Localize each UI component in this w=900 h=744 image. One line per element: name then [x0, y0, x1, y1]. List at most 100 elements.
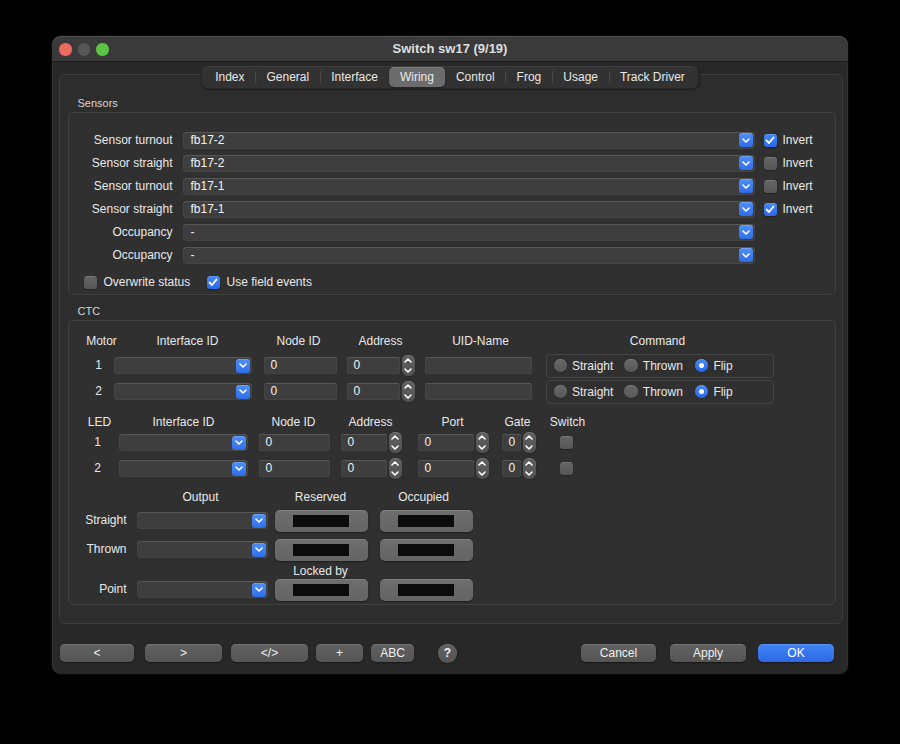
sensor-combobox[interactable]: - [183, 224, 755, 241]
led-interface-combobox[interactable] [119, 460, 248, 477]
cancel-button[interactable]: Cancel [581, 644, 656, 662]
led-gate-field[interactable]: 0 [502, 460, 521, 477]
led-node-id-field[interactable]: 0 [259, 460, 330, 477]
motor-node-id-field[interactable]: 0 [264, 383, 337, 400]
led-gate-stepper[interactable] [523, 432, 536, 453]
reserved-header: Reserved [295, 490, 346, 504]
led-port-field[interactable]: 0 [418, 460, 474, 477]
motor-address-stepper[interactable] [402, 355, 415, 376]
sensor-combobox-value: fb17-2 [191, 155, 225, 172]
reserved-indicator-button[interactable] [275, 510, 368, 532]
tab-usage[interactable]: Usage [552, 67, 609, 87]
invert-checkbox[interactable] [764, 157, 778, 171]
combo-dropdown-icon[interactable] [236, 359, 250, 373]
radio-flip[interactable] [695, 385, 709, 399]
motor-node-id-field[interactable]: 0 [264, 357, 337, 374]
motor-uid-name-field[interactable] [425, 383, 532, 400]
sensor-combobox[interactable]: fb17-1 [183, 178, 755, 195]
combo-dropdown-icon[interactable] [739, 156, 753, 170]
combo-dropdown-icon[interactable] [236, 385, 250, 399]
combo-dropdown-icon[interactable] [232, 462, 246, 476]
invert-checkbox[interactable] [764, 134, 778, 148]
overwrite-status-checkbox[interactable] [84, 276, 98, 290]
radio-thrown[interactable] [624, 385, 638, 399]
output-combobox[interactable] [137, 541, 268, 558]
output-combobox[interactable] [137, 512, 268, 529]
combo-dropdown-icon[interactable] [739, 179, 753, 193]
tab-frog[interactable]: Frog [506, 67, 553, 87]
radio-flip[interactable] [695, 359, 709, 373]
tab-wiring[interactable]: Wiring [389, 67, 445, 87]
combo-dropdown-icon[interactable] [739, 133, 753, 147]
led-node-id-field[interactable]: 0 [259, 434, 330, 451]
tab-interface[interactable]: Interface [320, 67, 389, 87]
motor-address-stepper[interactable] [402, 381, 415, 402]
radio-thrown-item: Thrown [624, 385, 683, 399]
reserved-indicator-button[interactable] [275, 579, 368, 601]
led-gate-field[interactable]: 0 [502, 434, 521, 451]
occupied-indicator-button[interactable] [380, 539, 473, 561]
output-combobox[interactable] [137, 581, 268, 598]
tab-control[interactable]: Control [445, 67, 506, 87]
led-address-stepper[interactable] [389, 458, 402, 479]
led-port-stepper[interactable] [476, 432, 489, 453]
invert-checkbox[interactable] [764, 203, 778, 217]
invert-checkbox[interactable] [764, 180, 778, 194]
overwrite-status-label: Overwrite status [104, 274, 191, 291]
led-switch-checkbox[interactable] [560, 436, 574, 450]
code-button[interactable]: </> [231, 644, 308, 662]
next-button[interactable]: > [145, 644, 222, 662]
motor-address-field[interactable]: 0 [347, 357, 400, 374]
combo-dropdown-icon[interactable] [739, 248, 753, 262]
led-switch-checkbox[interactable] [560, 462, 574, 476]
led-gate-stepper[interactable] [523, 458, 536, 479]
radio-thrown-label: Thrown [643, 359, 683, 373]
add-button[interactable]: + [316, 644, 363, 662]
apply-button[interactable]: Apply [670, 644, 746, 662]
motor-interface-combobox[interactable] [114, 383, 252, 400]
led-port-field[interactable]: 0 [418, 434, 474, 451]
led-address-stepper[interactable] [389, 432, 402, 453]
motor-interface-combobox[interactable] [114, 357, 252, 374]
sensor-combobox[interactable]: fb17-2 [183, 132, 755, 149]
locked-by-label: Locked by [293, 564, 348, 578]
tab-index[interactable]: Index [204, 67, 255, 87]
tab-track-driver[interactable]: Track Driver [609, 67, 696, 87]
occupied-indicator-button[interactable] [380, 579, 473, 601]
radio-thrown[interactable] [624, 359, 638, 373]
led-header: LED [88, 415, 111, 429]
combo-dropdown-icon[interactable] [252, 583, 266, 597]
radio-straight-item: Straight [554, 359, 614, 373]
combo-dropdown-icon[interactable] [252, 514, 266, 528]
combo-dropdown-icon[interactable] [739, 225, 753, 239]
led-address-field[interactable]: 0 [341, 460, 387, 477]
title-bar[interactable]: Switch sw17 (9/19) [52, 36, 848, 62]
abc-button[interactable]: ABC [371, 644, 414, 662]
motor-row: 200StraightThrownFlip [69, 381, 835, 403]
prev-button[interactable]: < [60, 644, 134, 662]
motor-node-id-header: Node ID [276, 334, 320, 348]
help-button[interactable]: ? [438, 644, 457, 663]
led-row: 20000 [69, 458, 835, 480]
sensor-combobox[interactable]: fb17-1 [183, 201, 755, 218]
motor-address-field[interactable]: 0 [347, 383, 400, 400]
led-port-stepper[interactable] [476, 458, 489, 479]
radio-flip-item: Flip [695, 385, 733, 399]
invert-label: Invert [783, 132, 813, 149]
led-address-field[interactable]: 0 [341, 434, 387, 451]
occupied-indicator-button[interactable] [380, 510, 473, 532]
radio-straight[interactable] [554, 385, 568, 399]
ok-button[interactable]: OK [758, 644, 834, 662]
reserved-indicator-button[interactable] [275, 539, 368, 561]
combo-dropdown-icon[interactable] [739, 202, 753, 216]
sensor-combobox[interactable]: fb17-2 [183, 155, 755, 172]
sensor-combobox[interactable]: - [183, 247, 755, 264]
motor-uid-name-field[interactable] [425, 357, 532, 374]
led-interface-combobox[interactable] [119, 434, 248, 451]
use-field-events-checkbox[interactable] [207, 276, 221, 290]
radio-straight[interactable] [554, 359, 568, 373]
ctc-groupbox: CTC Motor Interface ID Node ID Address U… [68, 320, 836, 605]
combo-dropdown-icon[interactable] [252, 543, 266, 557]
tab-general[interactable]: General [255, 67, 320, 87]
combo-dropdown-icon[interactable] [232, 436, 246, 450]
